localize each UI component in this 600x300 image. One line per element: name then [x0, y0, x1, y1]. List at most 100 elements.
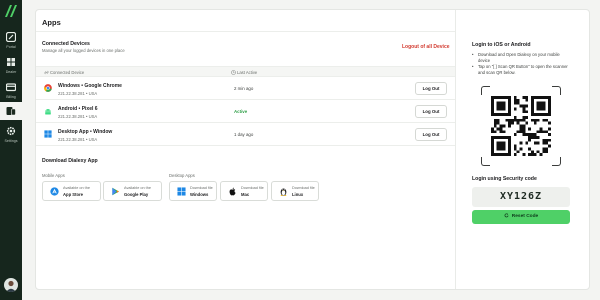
- qr-module: [536, 113, 540, 116]
- security-code: XY126Z: [472, 187, 570, 207]
- dialexy-logo[interactable]: [4, 4, 18, 18]
- download-windows-button[interactable]: Download file Windows: [169, 181, 217, 201]
- qr-module: [545, 113, 549, 116]
- download-subtext: Download file: [190, 186, 213, 190]
- qr-module: [508, 147, 511, 151]
- qr-module: [539, 104, 543, 108]
- sidebar-item-billing[interactable]: Billing: [0, 80, 22, 104]
- qr-module: [508, 136, 511, 139]
- download-app-heading: Download Dialexy App: [42, 158, 98, 164]
- qr-module: [516, 150, 520, 154]
- reset-code-button[interactable]: Reset Code: [472, 210, 570, 224]
- qr-module: [548, 101, 551, 105]
- avatar[interactable]: [4, 278, 18, 292]
- sidebar-item-devices[interactable]: [0, 102, 22, 120]
- qr-module: [511, 118, 514, 122]
- sidebar-item-settings[interactable]: Settings: [0, 124, 22, 148]
- qr-module: [499, 104, 503, 108]
- qr-module: [531, 133, 534, 136]
- qr-module: [519, 124, 523, 128]
- clock-icon: [231, 69, 236, 75]
- qr-module: [525, 141, 529, 145]
- qr-module: [533, 118, 537, 122]
- column-last-active: Last Active: [237, 70, 258, 75]
- logout-all-devices-link[interactable]: Logout of all Device: [402, 44, 450, 50]
- download-linux-button[interactable]: Download file Linux: [271, 181, 319, 201]
- qr-module: [536, 107, 540, 111]
- qr-module: [508, 150, 511, 154]
- qr-module: [542, 101, 546, 105]
- qr-module: [499, 107, 503, 111]
- sidebar-item-label: Billing: [6, 95, 16, 99]
- qr-module: [496, 107, 500, 111]
- qr-module: [519, 118, 523, 122]
- app-store-button[interactable]: Available on the App Store: [42, 181, 101, 201]
- qr-module: [513, 116, 517, 119]
- qr-module: [522, 124, 526, 128]
- qr-module: [519, 127, 523, 131]
- qr-module: [533, 141, 537, 145]
- qr-module: [533, 96, 537, 99]
- qr-module: [491, 96, 494, 99]
- user-avatar-icon: [6, 280, 16, 292]
- qr-module: [493, 130, 497, 134]
- table-row: Desktop App • Window 221.22.38.281 • USA…: [36, 124, 455, 146]
- qr-module: [542, 138, 546, 142]
- qr-module: [508, 113, 511, 116]
- qr-module: [528, 153, 531, 156]
- qr-module: [496, 121, 500, 125]
- qr-module: [491, 104, 494, 108]
- qr-module: [496, 144, 500, 148]
- reset-code-label: Reset Code: [511, 214, 539, 219]
- qr-module: [491, 113, 494, 116]
- qr-module: [508, 121, 511, 125]
- qr-module: [531, 153, 534, 156]
- qr-module: [522, 133, 526, 136]
- qr-module: [491, 127, 494, 131]
- qr-module: [536, 136, 540, 139]
- log-out-button[interactable]: Log Out: [415, 82, 447, 95]
- qr-module: [531, 98, 534, 102]
- qr-module: [516, 121, 520, 125]
- qr-module: [508, 110, 511, 114]
- qr-module: [502, 153, 506, 156]
- qr-module: [502, 104, 506, 108]
- qr-module: [499, 147, 503, 151]
- qr-module: [522, 118, 526, 122]
- apple-icon: [50, 187, 59, 196]
- qr-module: [491, 101, 494, 105]
- device-name: Android • Pixel 6: [58, 106, 98, 112]
- qr-module: [499, 141, 503, 145]
- qr-module: [548, 127, 551, 131]
- instruction-item: • Download and Open Dialexy on your mobi…: [472, 52, 572, 64]
- last-active: 1 day ago: [234, 132, 254, 137]
- google-play-button[interactable]: Available on the Google Play: [103, 181, 162, 201]
- download-mac-button[interactable]: Download file Mac: [220, 181, 268, 201]
- device-ip: 221.22.38.281 • USA: [58, 137, 98, 142]
- qr-module: [491, 110, 494, 114]
- instruction-text: Tap on "[ ] Scan QR Button" to open the …: [478, 64, 568, 75]
- qr-module: [505, 153, 509, 156]
- qr-module: [502, 147, 506, 151]
- qr-module: [513, 107, 517, 111]
- qr-module: [513, 101, 517, 105]
- sidebar-item-dealer[interactable]: Dealer: [0, 55, 22, 79]
- qr-module: [545, 96, 549, 99]
- qr-module: [508, 153, 511, 156]
- qr-module: [536, 141, 540, 145]
- sidebar-item-portal[interactable]: Portal: [0, 30, 22, 54]
- device-name: Windows • Google Chrome: [58, 83, 122, 89]
- log-out-button[interactable]: Log Out: [415, 105, 447, 118]
- log-out-button[interactable]: Log Out: [415, 128, 447, 141]
- device-ip: 221.22.38.281 • USA: [58, 114, 98, 119]
- qr-module: [491, 136, 494, 139]
- qr-module: [548, 110, 551, 114]
- qr-module: [539, 127, 543, 131]
- qr-module: [496, 118, 500, 122]
- qr-module: [542, 147, 546, 151]
- qr-module: [519, 141, 523, 145]
- qr-module: [516, 118, 520, 122]
- connected-devices-heading: Connected Devices: [42, 41, 90, 47]
- qr-module: [542, 104, 546, 108]
- qr-module: [531, 110, 534, 114]
